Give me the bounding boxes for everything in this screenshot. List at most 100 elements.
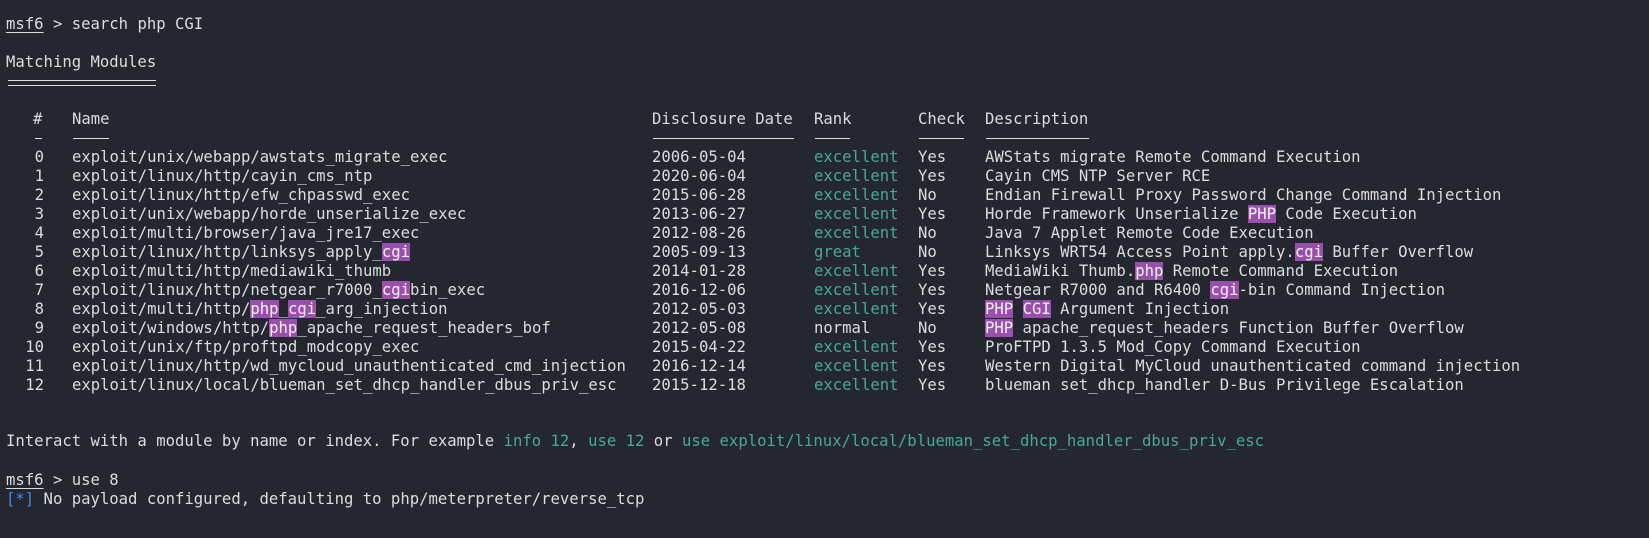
heading-double-underline bbox=[8, 80, 156, 86]
search-match-highlight: cgi bbox=[287, 300, 317, 318]
rank: excellent bbox=[814, 338, 899, 356]
check: No bbox=[918, 224, 937, 242]
module-name: exploit/unix/webapp/horde_unserialize_ex… bbox=[72, 205, 466, 224]
col-underline-num bbox=[35, 138, 42, 139]
check: Yes bbox=[918, 148, 947, 166]
search-match-highlight: php bbox=[1135, 262, 1164, 280]
search-match-highlight: php bbox=[250, 300, 279, 318]
table-row: 4 exploit/multi/browser/java_jre17_exec 20… bbox=[0, 224, 1649, 243]
results-heading: Matching Modules bbox=[6, 53, 157, 71]
name-segment: exploit/unix/webapp/awstats_migrate_exec bbox=[72, 148, 448, 166]
name-segment: _ bbox=[278, 300, 288, 318]
module-name: exploit/unix/webapp/awstats_migrate_exec bbox=[72, 148, 448, 167]
description-segment: Java 7 Applet Remote Code Execution bbox=[985, 224, 1314, 242]
table-row: 0 exploit/unix/webapp/awstats_migrate_exe… bbox=[0, 148, 1649, 167]
col-underline-date bbox=[653, 138, 794, 139]
row-index: 12 bbox=[25, 376, 44, 394]
col-header-check: Check bbox=[918, 110, 965, 128]
name-segment: exploit/multi/browser/java_jre17_exec bbox=[72, 224, 420, 242]
description-segment: Netgear R7000 and R6400 bbox=[985, 281, 1211, 299]
check: Yes bbox=[918, 357, 947, 375]
description: Linksys WRT54 Access Point apply.cgi Buf… bbox=[985, 243, 1473, 262]
description: ProFTPD 1.3.5 Mod_Copy Command Execution bbox=[985, 338, 1361, 357]
description-segment: Remote Command Execution bbox=[1163, 262, 1399, 280]
table-row: 2 exploit/linux/http/efw_chpasswd_exec 201… bbox=[0, 186, 1649, 205]
name-segment: exploit/unix/ftp/proftpd_modcopy_exec bbox=[72, 338, 420, 356]
description-segment: AWStats migrate Remote Command Execution bbox=[985, 148, 1361, 166]
search-match-highlight: PHP bbox=[985, 319, 1014, 337]
table-row: 6 exploit/multi/http/mediawiki_thumb 2014-… bbox=[0, 262, 1649, 281]
name-segment: exploit/linux/http/wd_mycloud_unauthenti… bbox=[72, 357, 626, 375]
prompt-line-search: msf6 > search php CGI bbox=[6, 15, 203, 34]
check: No bbox=[918, 243, 937, 261]
search-match-highlight: cgi bbox=[381, 281, 410, 299]
row-index: 2 bbox=[34, 186, 44, 204]
description: blueman set_dhcp_handler D-Bus Privilege… bbox=[985, 376, 1464, 395]
example-use-name: use exploit/linux/local/blueman_set_dhcp… bbox=[681, 432, 1265, 450]
disclosure-date: 2012-08-26 bbox=[652, 224, 746, 242]
rank: excellent bbox=[814, 357, 899, 375]
row-index: 6 bbox=[34, 262, 44, 280]
prompt-line-use: msf6 > use 8 bbox=[6, 471, 119, 490]
name-segment: _apache_request_headers_bof bbox=[297, 319, 551, 337]
command-text: search php CGI bbox=[71, 15, 204, 33]
name-segment: exploit/linux/http/linksys_apply_ bbox=[72, 243, 382, 261]
rank: excellent bbox=[814, 167, 899, 185]
rank: excellent bbox=[814, 300, 899, 318]
name-segment: exploit/linux/http/netgear_r7000_ bbox=[72, 281, 382, 299]
disclosure-date: 2016-12-14 bbox=[652, 357, 746, 375]
col-underline-check bbox=[919, 138, 964, 139]
rank: normal bbox=[814, 319, 871, 337]
table-row: 7 exploit/linux/http/netgear_r7000_cgibin… bbox=[0, 281, 1649, 300]
module-name: exploit/multi/browser/java_jre17_exec bbox=[72, 224, 419, 243]
module-name: exploit/linux/local/blueman_set_dhcp_han… bbox=[72, 376, 617, 395]
module-name: exploit/linux/http/cayin_cms_ntp bbox=[72, 167, 372, 186]
module-name: exploit/multi/http/php_cgi_arg_injection bbox=[72, 300, 448, 319]
col-underline-description bbox=[986, 138, 1089, 139]
name-segment: exploit/unix/webapp/horde_unserialize_ex… bbox=[72, 205, 467, 223]
table-row: 8 exploit/multi/http/php_cgi_arg_injectio… bbox=[0, 300, 1649, 319]
disclosure-date: 2006-05-04 bbox=[652, 148, 746, 166]
name-segment: exploit/linux/http/efw_chpasswd_exec bbox=[72, 186, 410, 204]
search-match-highlight: PHP bbox=[1247, 205, 1277, 223]
module-name: exploit/linux/http/linksys_apply_cgi bbox=[72, 243, 410, 262]
col-header-description: Description bbox=[985, 110, 1089, 128]
command-text: use 8 bbox=[71, 471, 119, 489]
description-segment bbox=[1013, 300, 1022, 318]
description-segment: Argument Injection bbox=[1050, 300, 1230, 318]
col-header-date: Disclosure Date bbox=[652, 110, 793, 128]
check: Yes bbox=[918, 262, 947, 280]
interact-hint: Interact with a module by name or index.… bbox=[6, 432, 1264, 451]
description-segment: ProFTPD 1.3.5 Mod_Copy Command Execution bbox=[985, 338, 1361, 356]
rank: excellent bbox=[814, 186, 899, 204]
module-name: exploit/multi/http/mediawiki_thumb bbox=[72, 262, 391, 281]
description-segment: apache_request_headers Function Buffer O… bbox=[1013, 319, 1464, 337]
search-match-highlight: cgi bbox=[381, 243, 410, 261]
description-segment: Endian Firewall Proxy Password Change Co… bbox=[985, 186, 1502, 204]
check: Yes bbox=[918, 338, 947, 356]
row-index: 3 bbox=[34, 205, 44, 223]
search-match-highlight: cgi bbox=[1294, 243, 1323, 261]
description: Netgear R7000 and R6400 cgi-bin Command … bbox=[985, 281, 1445, 300]
row-index: 9 bbox=[34, 319, 44, 337]
rank: excellent bbox=[814, 262, 899, 280]
name-segment: exploit/linux/local/blueman_set_dhcp_han… bbox=[72, 376, 617, 394]
name-segment: bin_exec bbox=[409, 281, 486, 299]
module-name: exploit/linux/http/netgear_r7000_cgibin_… bbox=[72, 281, 485, 300]
search-match-highlight: cgi bbox=[1210, 281, 1239, 299]
rank: excellent bbox=[814, 376, 899, 394]
description: AWStats migrate Remote Command Execution bbox=[985, 148, 1361, 167]
name-segment: exploit/multi/http/ bbox=[72, 300, 251, 318]
search-match-highlight: CGI bbox=[1022, 300, 1051, 318]
msf-prompt: msf6 bbox=[6, 471, 44, 489]
disclosure-date: 2015-06-28 bbox=[652, 186, 746, 204]
table-row: 10 exploit/unix/ftp/proftpd_modcopy_exec 2… bbox=[0, 338, 1649, 357]
status-text: No payload configured, defaulting to php… bbox=[34, 490, 645, 508]
name-segment: _arg_injection bbox=[316, 300, 448, 318]
check: Yes bbox=[918, 300, 947, 318]
description-segment: Buffer Overflow bbox=[1322, 243, 1474, 261]
rank: excellent bbox=[814, 205, 899, 223]
row-index: 0 bbox=[34, 148, 44, 166]
description: MediaWiki Thumb.php Remote Command Execu… bbox=[985, 262, 1398, 281]
col-underline-rank bbox=[815, 138, 850, 139]
